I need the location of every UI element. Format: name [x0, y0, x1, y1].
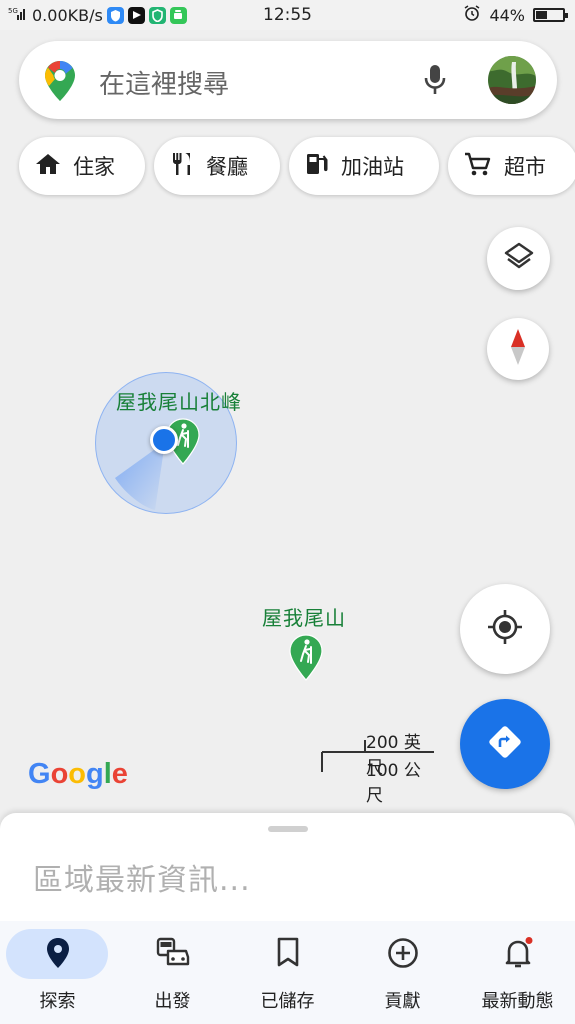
bookmark-icon [230, 937, 345, 967]
hiking-icon[interactable] [289, 634, 323, 686]
nav-explore[interactable]: 探索 [0, 921, 115, 1024]
add-circle-icon [345, 937, 460, 969]
bottom-nav: 探索 出發 已儲存 貢獻 最新動態 [0, 921, 575, 1024]
layers-button[interactable] [487, 227, 550, 290]
place-label[interactable]: 屋我尾山 [262, 602, 346, 631]
bell-icon [460, 937, 575, 969]
alarm-icon [463, 4, 481, 26]
my-location-icon [486, 608, 524, 650]
nav-label: 出發 [154, 991, 191, 1012]
restaurant-icon [170, 151, 194, 182]
chip-label: 餐廳 [206, 155, 248, 179]
maps-pin-icon [43, 59, 77, 107]
nav-contribute[interactable]: 貢獻 [345, 921, 460, 1024]
directions-button[interactable] [460, 699, 550, 789]
nav-commute[interactable]: 出發 [115, 921, 230, 1024]
gas-station-icon [305, 151, 329, 182]
sheet-handle[interactable] [268, 826, 308, 832]
battery-percent: 44% [489, 5, 525, 25]
commute-icon [115, 937, 230, 967]
nav-updates[interactable]: 最新動態 [460, 921, 575, 1024]
directions-icon [486, 723, 524, 765]
microphone-icon[interactable] [421, 63, 449, 101]
layers-icon [503, 241, 535, 277]
explore-pin-icon [0, 937, 115, 969]
my-location-button[interactable] [460, 584, 550, 674]
chip-restaurants[interactable]: 餐廳 [154, 137, 280, 195]
chip-label: 超市 [504, 155, 546, 179]
nav-label: 貢獻 [384, 991, 421, 1012]
battery-level [536, 11, 547, 19]
home-icon [35, 152, 61, 181]
battery-icon [533, 8, 568, 22]
nav-label: 探索 [39, 991, 76, 1012]
nav-label: 最新動態 [481, 991, 554, 1012]
search-bar[interactable]: 在這裡搜尋 [19, 41, 557, 119]
map-scale: 200 英尺 100 公尺 [320, 728, 436, 806]
compass-icon [508, 327, 528, 371]
my-location-dot [150, 426, 178, 454]
screen: 5G 0.00KB/s 12:55 44% 在這裡搜尋 住家 餐廳 加油站 超市… [0, 0, 575, 1024]
place-label[interactable]: 屋我尾山北峰 [116, 386, 242, 415]
chip-label: 住家 [73, 155, 115, 179]
nav-saved[interactable]: 已儲存 [230, 921, 345, 1024]
status-bar: 5G 0.00KB/s 12:55 44% [0, 0, 575, 30]
compass-button[interactable] [487, 318, 549, 380]
chip-gas-station[interactable]: 加油站 [289, 137, 439, 195]
status-right: 44% [463, 0, 568, 30]
shopping-cart-icon [464, 151, 492, 182]
chip-label: 加油站 [341, 155, 404, 179]
nav-label: 已儲存 [260, 991, 315, 1012]
sheet-title: 區域最新資訊... [33, 863, 251, 898]
search-input[interactable]: 在這裡搜尋 [99, 64, 229, 101]
avatar[interactable] [488, 56, 536, 104]
google-logo: Google [28, 758, 128, 790]
bottom-sheet[interactable]: 區域最新資訊... [0, 813, 575, 933]
chip-home[interactable]: 住家 [19, 137, 145, 195]
scale-metric: 100 公尺 [366, 761, 421, 806]
chip-supermarket[interactable]: 超市 [448, 137, 575, 195]
